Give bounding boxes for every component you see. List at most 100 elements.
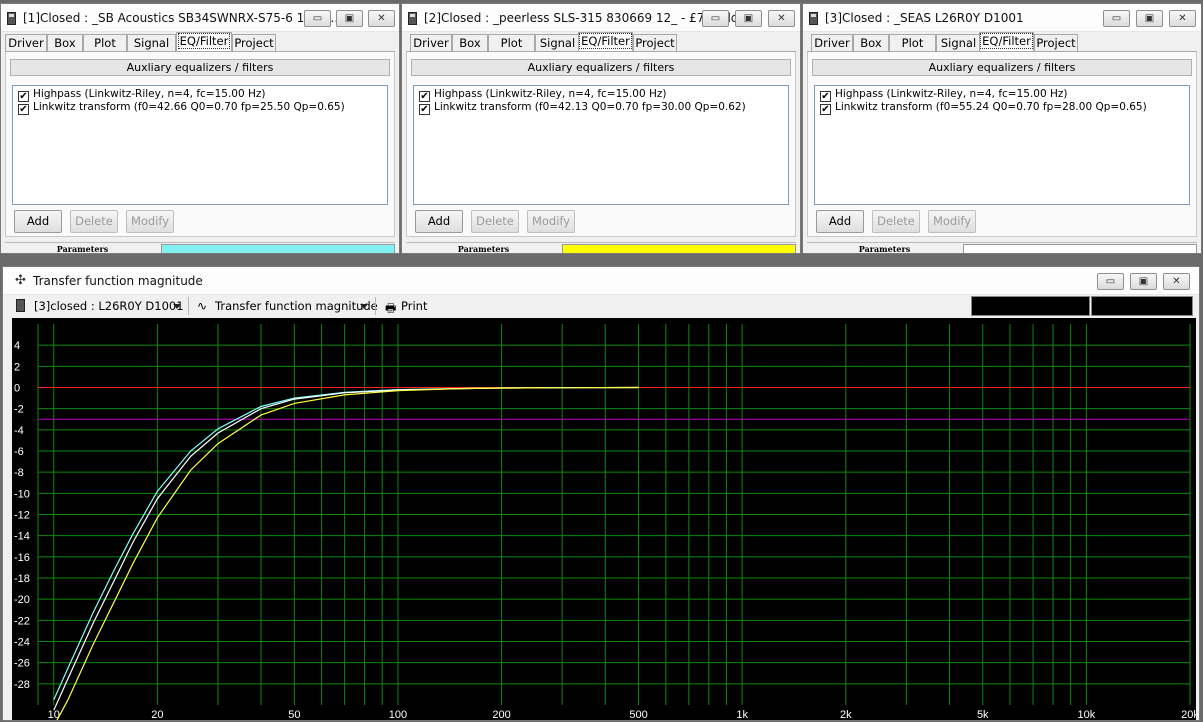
list-item[interactable]: ✔ Highpass (Linkwitz-Riley, n=4, fc=15.00… [18, 88, 266, 102]
tab-box[interactable]: Box [853, 34, 889, 52]
list-item[interactable]: ✔ Linkwitz transform (f0=42.66 Q0=0.70 fp… [18, 101, 345, 115]
add-button[interactable]: Add [14, 210, 62, 233]
checkbox[interactable]: ✔ [419, 104, 430, 115]
series-color-bar [562, 244, 796, 253]
series-color-bar [161, 244, 395, 253]
delete-button[interactable]: Delete [471, 210, 519, 233]
delete-button[interactable]: Delete [70, 210, 118, 233]
restore-button[interactable]: ▣ [1130, 273, 1157, 290]
tab-driver[interactable]: Driver [811, 34, 853, 52]
filter-list[interactable]: ✔ Highpass (Linkwitz-Riley, n=4, fc=15.00… [413, 85, 789, 205]
list-item[interactable]: ✔ Highpass (Linkwitz-Riley, n=4, fc=15.00… [419, 88, 667, 102]
tab-signal[interactable]: Signal [127, 34, 176, 52]
y-tick-label: -12 [14, 510, 30, 522]
transfer-function-window: ✣ Transfer function magnitude ▭ ▣ ✕ [3]c… [2, 266, 1200, 721]
chevron-down-icon[interactable] [360, 304, 368, 309]
aux-equalizers-button[interactable]: Auxliary equalizers / filters [10, 59, 390, 76]
close-button[interactable]: ✕ [1169, 10, 1196, 27]
plot-area[interactable]: 4 2 0 -2 -4 -6 -8 -10 -12 -14 -16 -18 -20 -22 -24 -26 -2… [12, 318, 1199, 720]
readout-box [1091, 296, 1193, 316]
printer-icon: 🖶 [385, 301, 397, 315]
y-tick-label: -8 [14, 467, 24, 479]
y-tick-label: -26 [14, 658, 30, 670]
tab-driver[interactable]: Driver [410, 34, 452, 52]
restore-button[interactable]: ▣ [735, 10, 762, 27]
tab-project[interactable]: Project [633, 34, 677, 52]
add-button[interactable]: Add [816, 210, 864, 233]
readout-box [971, 296, 1090, 316]
tab-signal[interactable]: Signal [936, 34, 981, 52]
list-item[interactable]: ✔ Linkwitz transform (f0=55.24 Q0=0.70 fp… [820, 101, 1147, 115]
minimize-button[interactable]: ▭ [304, 10, 331, 27]
checkbox[interactable]: ✔ [18, 104, 29, 115]
tab-eq-filter[interactable]: EQ/Filter [979, 32, 1034, 52]
app-icon [809, 12, 818, 25]
title-bar[interactable]: ✣ Transfer function magnitude ▭ ▣ ✕ [3, 267, 1199, 295]
title-bar[interactable]: [2]Closed : _peerless SLS-315 830669 12_… [402, 4, 800, 32]
restore-button[interactable]: ▣ [1136, 10, 1163, 27]
window-title: [3]Closed : _SEAS L26R0Y D1001 [825, 11, 1024, 25]
tab-plot[interactable]: Plot [889, 34, 936, 52]
close-button[interactable]: ✕ [368, 10, 395, 27]
window-title: [1]Closed : _SB Acoustics SB34SWNRX-S75-… [23, 11, 339, 25]
status-bar: Parameters [807, 242, 1197, 253]
tab-project[interactable]: Project [1034, 34, 1078, 52]
x-tick-label: 100 [389, 709, 407, 720]
tab-eq-filter[interactable]: EQ/Filter [578, 32, 633, 52]
y-tick-label: 0 [14, 383, 20, 395]
print-button[interactable]: Print [401, 299, 427, 313]
x-tick-label: 500 [629, 709, 647, 720]
tab-plot[interactable]: Plot [83, 34, 127, 52]
series-line [56, 386, 639, 720]
delete-button[interactable]: Delete [872, 210, 920, 233]
y-tick-label: 2 [14, 361, 20, 373]
tab-box[interactable]: Box [47, 34, 83, 52]
checkbox[interactable]: ✔ [820, 104, 831, 115]
minimize-button[interactable]: ▭ [1097, 273, 1124, 290]
y-tick-label: -28 [14, 679, 30, 691]
modify-button[interactable]: Modify [928, 210, 976, 233]
y-tick-label: 4 [14, 340, 20, 352]
filter-list[interactable]: ✔ Highpass (Linkwitz-Riley, n=4, fc=15.00… [814, 85, 1190, 205]
y-tick-label: -4 [14, 425, 24, 437]
magnitude-chart[interactable]: 420-2-4-6-8-10-12-14-16-18-20-22-24-26-2… [12, 318, 1199, 720]
y-tick-label: -10 [14, 488, 30, 500]
status-label: Parameters [56, 244, 109, 254]
modify-button[interactable]: Modify [126, 210, 174, 233]
add-button[interactable]: Add [415, 210, 463, 233]
tab-signal[interactable]: Signal [535, 34, 580, 52]
list-item[interactable]: ✔ Highpass (Linkwitz-Riley, n=4, fc=15.00… [820, 88, 1068, 102]
y-tick-label: -18 [14, 573, 30, 585]
tab-eq-filter[interactable]: EQ/Filter [176, 32, 232, 52]
tab-project[interactable]: Project [232, 34, 276, 52]
aux-equalizers-button[interactable]: Auxliary equalizers / filters [411, 59, 791, 76]
close-button[interactable]: ✕ [1163, 273, 1190, 290]
series-color-bar [963, 244, 1197, 253]
y-tick-label: -6 [14, 446, 24, 458]
close-button[interactable]: ✕ [768, 10, 795, 27]
modify-button[interactable]: Modify [527, 210, 575, 233]
minimize-button[interactable]: ▭ [702, 10, 729, 27]
minimize-button[interactable]: ▭ [1103, 10, 1130, 27]
waveform-icon: ∿ [197, 299, 208, 313]
tab-plot[interactable]: Plot [488, 34, 535, 52]
source-select[interactable]: [3]closed : L26R0Y D1001 [34, 299, 184, 313]
restore-button[interactable]: ▣ [336, 10, 363, 27]
window-title: Transfer function magnitude [33, 274, 203, 288]
x-tick-label: 10k [1078, 709, 1096, 720]
list-item[interactable]: ✔ Linkwitz transform (f0=42.13 Q0=0.70 fp… [419, 101, 746, 115]
aux-equalizers-button[interactable]: Auxliary equalizers / filters [812, 59, 1192, 76]
chevron-down-icon[interactable] [173, 304, 181, 309]
title-bar[interactable]: [1]Closed : _SB Acoustics SB34SWNRX-S75-… [1, 4, 399, 32]
x-tick-label: 50 [288, 709, 300, 720]
filter-list[interactable]: ✔ Highpass (Linkwitz-Riley, n=4, fc=15.00… [12, 85, 388, 205]
driver-window-2: [2]Closed : _peerless SLS-315 830669 12_… [401, 3, 801, 254]
mode-select[interactable]: Transfer function magnitude [215, 299, 378, 313]
driver-window-3: [3]Closed : _SEAS L26R0Y D1001 ▭ ▣ ✕ Dri… [802, 3, 1202, 254]
y-tick-label: -2 [14, 404, 24, 416]
driver-icon [16, 299, 25, 312]
tab-driver[interactable]: Driver [5, 34, 47, 52]
title-bar[interactable]: [3]Closed : _SEAS L26R0Y D1001 ▭ ▣ ✕ [803, 4, 1201, 32]
tab-box[interactable]: Box [452, 34, 488, 52]
x-tick-label: 1k [736, 709, 748, 720]
